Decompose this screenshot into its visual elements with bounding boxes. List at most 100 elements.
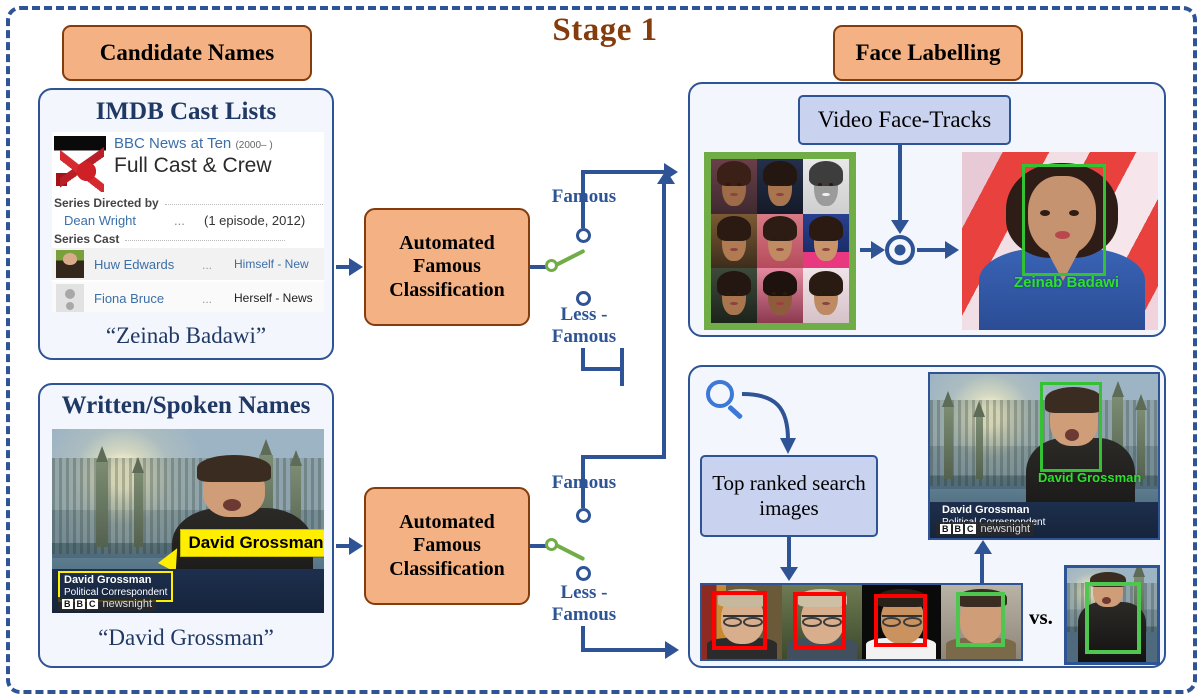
- imdb-cast-lists-panel: IMDB Cast Lists BBC News at Ten (2000– )…: [38, 88, 334, 360]
- face-hair: [808, 215, 844, 241]
- face-eye: [737, 183, 742, 186]
- imdb-show-title-text: BBC News at Ten: [114, 135, 232, 152]
- switch-top-famous-terminal[interactable]: [576, 228, 591, 243]
- name-callout: David Grossman: [180, 529, 324, 557]
- face-mouth: [822, 192, 830, 197]
- face-hair: [762, 215, 798, 241]
- imdb-show-title: BBC News at Ten (2000– ): [114, 135, 273, 152]
- face-mouth: [776, 247, 784, 251]
- query-face-thumbnail: [1064, 565, 1160, 665]
- imdb-cast-avatar: [56, 250, 84, 278]
- video-face-tracks-box[interactable]: Video Face-Tracks: [798, 95, 1011, 145]
- face-detection-box: [1022, 164, 1106, 276]
- arrowhead-lessfamous-to-search: [665, 641, 679, 659]
- chyron-person-name: David Grossman: [942, 504, 1030, 516]
- imdb-cast-role: Herself - News: [234, 291, 313, 305]
- face-mouth: [776, 192, 784, 197]
- imdb-subtitle: Full Cast & Crew: [114, 154, 272, 177]
- face-hair: [762, 161, 798, 187]
- imdb-cast-row: Huw Edwards ... Himself - New: [52, 248, 324, 280]
- proc-top-line3: Classification: [389, 278, 505, 301]
- face-thumbnail: [711, 213, 757, 269]
- reporter-hair: [197, 455, 271, 482]
- automated-famous-classification-bottom[interactable]: Automated Famous Classification: [364, 487, 530, 605]
- switch-bottom-lessfamous-terminal[interactable]: [576, 566, 591, 581]
- proc-bottom-line2: Famous: [413, 534, 481, 557]
- face-box-green: [1085, 582, 1141, 654]
- bbc-chyron: David Grossman Political Correspondent B…: [52, 569, 324, 613]
- diagram-canvas: Stage 1 Candidate Names Face Labelling I…: [0, 0, 1203, 700]
- imdb-section-directed: Series Directed by: [54, 196, 324, 210]
- switch-bottom-lessfamous-label-1: Less -: [560, 582, 608, 603]
- proc-bottom-line3: Classification: [389, 557, 505, 580]
- face-thumbnail: [757, 268, 803, 323]
- automated-famous-classification-top[interactable]: Automated Famous Classification: [364, 208, 530, 326]
- face-thumbnail: [803, 213, 849, 269]
- connector-merge-to-result: [917, 248, 947, 252]
- candidate-names-header: Candidate Names: [62, 25, 312, 81]
- face-eye: [829, 183, 834, 186]
- arrowhead-grid-to-merge: [871, 241, 885, 259]
- search-result-thumbnail: [781, 585, 862, 659]
- switch-bottom-lessfamous-label-2: Famous: [551, 604, 617, 625]
- face-detection-box: [1040, 382, 1102, 472]
- david-grossman-labelled-frame: David Grossman David Grossman Political …: [928, 372, 1160, 540]
- face-labelling-label: Face Labelling: [855, 40, 1001, 65]
- bbc-letter-b2: B: [74, 599, 85, 609]
- face-hair: [808, 270, 844, 296]
- imdb-show-years: (2000– ): [235, 140, 273, 151]
- famous-route-top-horizontal: [581, 170, 666, 174]
- bbc-letter-c: C: [87, 599, 98, 609]
- face-box-red: [711, 590, 768, 651]
- face-eye: [726, 183, 731, 186]
- written-spoken-names-panel: Written/Spoken Names NORTHFACE David Gro…: [38, 383, 334, 668]
- candidate-names-label: Candidate Names: [99, 40, 275, 65]
- face-eye: [772, 183, 777, 186]
- face-box-red: [874, 593, 927, 648]
- imdb-director-name: Dean Wright: [64, 213, 137, 228]
- zeinab-labelled-frame: Zeinab Badawi: [962, 152, 1158, 330]
- face-thumbnail: [803, 268, 849, 323]
- face-eye: [818, 183, 823, 186]
- imdb-cast-name: Huw Edwards: [94, 257, 175, 272]
- video-face-tracks-label: Video Face-Tracks: [817, 107, 992, 132]
- stage-title: Stage 1: [552, 12, 658, 48]
- search-result-thumbnail: [861, 585, 942, 659]
- arrowhead-strip-to-result: [974, 540, 992, 554]
- merge-node-icon: [885, 235, 915, 265]
- imdb-extracted-name: “Zeinab Badawi”: [105, 323, 267, 348]
- proc-top-line2: Famous: [413, 255, 481, 278]
- top-ranked-search-images-box[interactable]: Top ranked search images: [700, 455, 878, 537]
- search-results-face-strip: [700, 583, 1023, 661]
- arrowhead-imdb-to-proc: [349, 258, 363, 276]
- face-thumbnail: [803, 159, 849, 214]
- vs-label: vs.: [1029, 605, 1053, 629]
- arrowhead-famous-bottom-riser: [657, 170, 675, 184]
- bbc-newsnight-logo: B B C newsnight: [58, 597, 157, 611]
- imdb-screenshot: BBC News at Ten (2000– ) Full Cast & Cre…: [52, 132, 324, 312]
- face-thumbnail: [711, 268, 757, 323]
- tower-icon: [975, 416, 983, 479]
- written-extracted-name: “David Grossman”: [98, 625, 274, 650]
- famous-route-bottom-riser: [662, 182, 666, 457]
- imdb-poster-badge: [56, 173, 67, 186]
- tower-icon: [95, 462, 108, 547]
- imdb-director-episode: (1 episode, 2012): [204, 213, 306, 228]
- imdb-cast-row: Fiona Bruce ... Herself - News: [52, 282, 324, 312]
- face-name-label: David Grossman: [1038, 470, 1142, 485]
- arrowhead-merge-to-result: [945, 241, 959, 259]
- imdb-cast-avatar: [56, 284, 84, 312]
- imdb-cast-role: Himself - New: [234, 257, 309, 271]
- switch-bottom-famous-terminal[interactable]: [576, 508, 591, 523]
- face-hair: [716, 161, 752, 187]
- arrowhead-facetracks-to-merge: [891, 220, 909, 234]
- newsnight-wordmark: newsnight: [102, 598, 153, 610]
- bbc-letter-b1: B: [940, 524, 951, 534]
- face-mouth: [822, 247, 830, 251]
- arrowhead-written-to-proc: [349, 537, 363, 555]
- switch-top-lessfamous-label-1: Less -: [560, 304, 608, 325]
- newsnight-wordmark: newsnight: [980, 523, 1031, 535]
- imdb-director-dots: ...: [174, 213, 185, 228]
- lessfamous-bottom-horizontal: [581, 648, 667, 652]
- face-track-grid: [704, 152, 856, 330]
